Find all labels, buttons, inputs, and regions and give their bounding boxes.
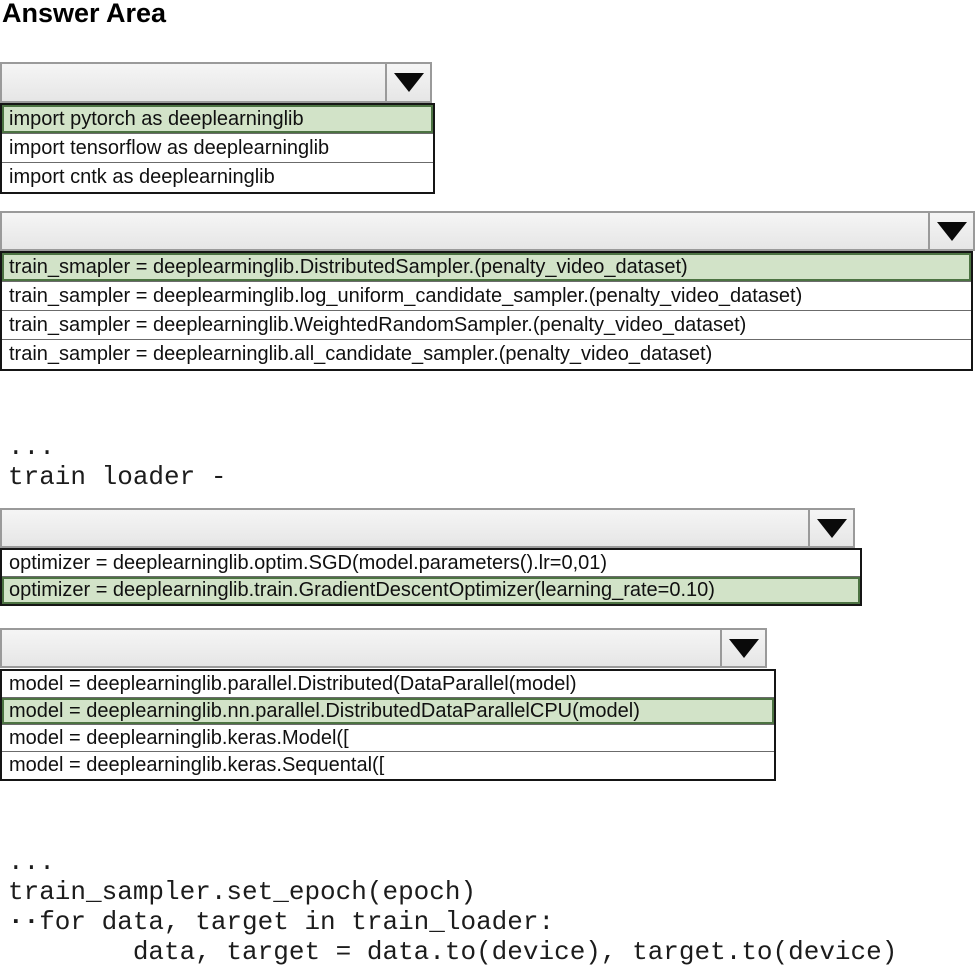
dropdown-option-label: model = deeplearninglib.keras.Model([ [9, 727, 349, 750]
code-line: for data, target in train_loader: [8, 907, 897, 937]
dropdown-arrow-icon [729, 639, 759, 658]
dropdown-import-library-select[interactable] [0, 62, 432, 103]
dropdown-option-label: import pytorch as deeplearninglib [9, 108, 304, 131]
dropdown-train-sampler-options: train_smapler = deeplearminglib.Distribu… [0, 251, 973, 371]
dropdown-option-label: train_sampler = deeplearninglib.all_cand… [9, 343, 712, 366]
dropdown-option-label: optimizer = deeplearninglib.train.Gradie… [9, 579, 715, 602]
dropdown-option[interactable]: import pytorch as deeplearninglib [2, 105, 433, 134]
dropdown-model-arrow-button[interactable] [720, 630, 765, 666]
dropdown-optimizer-value [2, 510, 808, 546]
dropdown-import-library-value [2, 64, 385, 101]
dropdown-arrow-icon [937, 222, 967, 241]
dropdown-train-sampler-value [2, 213, 928, 249]
dropdown-option-label: train_sampler = deeplearninglib.Weighted… [9, 314, 746, 337]
dropdown-option[interactable]: optimizer = deeplearninglib.train.Gradie… [2, 577, 860, 604]
dropdown-option[interactable]: model = deeplearninglib.parallel.Distrib… [2, 671, 774, 698]
page-title: Answer Area [2, 0, 166, 29]
code-fragment-training-loop: ...train_sampler.set_epoch(epoch) for da… [8, 787, 897, 967]
code-line: ... [8, 432, 617, 462]
dropdown-option[interactable]: model = deeplearninglib.keras.Sequental(… [2, 752, 774, 779]
dropdown-option-label: model = deeplearninglib.nn.parallel.Dist… [9, 700, 640, 723]
dropdown-option[interactable]: import tensorflow as deeplearninglib [2, 134, 433, 163]
dropdown-model-options: model = deeplearninglib.parallel.Distrib… [0, 669, 776, 781]
dropdown-option[interactable]: import cntk as deeplearninglib [2, 163, 433, 192]
dropdown-option-label: import cntk as deeplearninglib [9, 166, 275, 189]
dropdown-import-library-arrow-button[interactable] [385, 64, 430, 101]
dropdown-option[interactable]: train_sampler = deeplearminglib.log_unif… [2, 282, 971, 311]
code-line: data, target = data.to(device), target.t… [8, 937, 897, 967]
dropdown-optimizer-select[interactable] [0, 508, 855, 548]
dropdown-option[interactable]: train_sampler = deeplearninglib.all_cand… [2, 340, 971, 369]
dropdown-arrow-icon [394, 73, 424, 92]
dropdown-option-label: train_smapler = deeplearminglib.Distribu… [9, 256, 688, 279]
dropdown-model-value [2, 630, 720, 666]
dropdown-option[interactable]: optimizer = deeplearninglib.optim.SGD(mo… [2, 550, 860, 577]
dropdown-option-label: import tensorflow as deeplearninglib [9, 137, 329, 160]
dropdown-option-label: optimizer = deeplearninglib.optim.SGD(mo… [9, 552, 607, 575]
dropdown-model-select[interactable] [0, 628, 767, 668]
dropdown-import-library-options: import pytorch as deeplearninglib import … [0, 103, 435, 194]
dropdown-option[interactable]: train_sampler = deeplearninglib.Weighted… [2, 311, 971, 340]
code-line: ... [8, 847, 897, 877]
code-line: train loader - [8, 462, 617, 492]
dropdown-arrow-icon [817, 519, 847, 538]
dropdown-train-sampler-select[interactable] [0, 211, 975, 251]
dropdown-option-label: model = deeplearninglib.keras.Sequental(… [9, 754, 384, 777]
dropdown-train-sampler-arrow-button[interactable] [928, 213, 973, 249]
trailing-ellipsis: .. [8, 901, 39, 931]
dropdown-option-label: model = deeplearninglib.parallel.Distrib… [9, 673, 577, 696]
dropdown-optimizer-arrow-button[interactable] [808, 510, 853, 546]
code-line: train_sampler.set_epoch(epoch) [8, 877, 897, 907]
dropdown-option[interactable]: train_smapler = deeplearminglib.Distribu… [2, 253, 971, 282]
dropdown-option[interactable]: model = deeplearninglib.nn.parallel.Dist… [2, 698, 774, 725]
dropdown-option[interactable]: model = deeplearninglib.keras.Model([ [2, 725, 774, 752]
dropdown-option-label: train_sampler = deeplearminglib.log_unif… [9, 285, 802, 308]
dropdown-optimizer-options: optimizer = deeplearninglib.optim.SGD(mo… [0, 548, 862, 606]
